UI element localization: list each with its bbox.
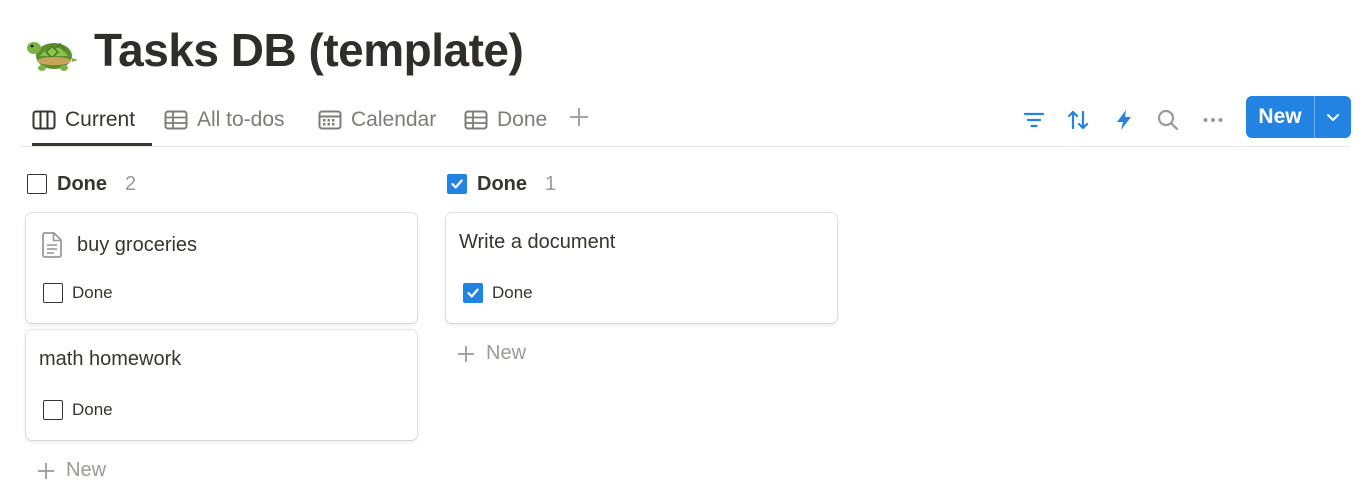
checkbox-checked-icon bbox=[447, 174, 467, 194]
group-count: 1 bbox=[545, 172, 557, 195]
card-title: math homework bbox=[39, 348, 182, 370]
tab-label: Calendar bbox=[351, 108, 437, 131]
add-card-label: New bbox=[66, 459, 107, 481]
new-dropdown-button[interactable] bbox=[1315, 96, 1351, 138]
table-icon bbox=[164, 110, 188, 130]
sort-icon[interactable] bbox=[1066, 108, 1090, 132]
group-count: 2 bbox=[125, 172, 137, 195]
add-view-icon[interactable] bbox=[566, 104, 592, 130]
add-card-button[interactable]: New bbox=[456, 342, 526, 365]
property-label: Done bbox=[72, 283, 113, 302]
property-label: Done bbox=[72, 400, 113, 419]
tab-done[interactable]: Done bbox=[464, 96, 547, 144]
new-button[interactable]: New bbox=[1246, 96, 1351, 138]
filter-icon[interactable] bbox=[1022, 108, 1046, 132]
tab-label: Done bbox=[497, 108, 548, 131]
board-card[interactable]: Write a document Done bbox=[446, 213, 837, 323]
page-title: Tasks DB (template) bbox=[94, 24, 524, 76]
group-label: Done bbox=[57, 172, 107, 195]
automation-icon[interactable] bbox=[1112, 108, 1136, 132]
checkbox-unchecked-icon bbox=[27, 174, 47, 194]
page-icon bbox=[42, 232, 62, 258]
more-icon[interactable] bbox=[1201, 108, 1225, 132]
property-label: Done bbox=[492, 283, 533, 302]
group-header-unchecked[interactable]: Done 2 bbox=[27, 170, 136, 198]
calendar-icon bbox=[318, 110, 342, 130]
tab-current[interactable]: Current bbox=[32, 96, 152, 146]
tab-label: All to-dos bbox=[197, 108, 285, 131]
checkbox-checked-icon[interactable] bbox=[463, 283, 483, 303]
add-card-button[interactable]: New bbox=[36, 459, 106, 482]
search-icon[interactable] bbox=[1156, 108, 1180, 132]
turtle-icon[interactable] bbox=[24, 22, 80, 78]
plus-icon bbox=[458, 345, 474, 362]
card-title: Write a document bbox=[459, 231, 616, 253]
done-property[interactable]: Done bbox=[463, 283, 533, 303]
tab-calendar[interactable]: Calendar bbox=[318, 96, 436, 144]
checkbox-unchecked-icon[interactable] bbox=[43, 400, 63, 420]
add-card-label: New bbox=[486, 342, 527, 364]
checkbox-unchecked-icon[interactable] bbox=[43, 283, 63, 303]
tab-label: Current bbox=[65, 108, 136, 131]
group-label: Done bbox=[477, 172, 527, 195]
plus-icon bbox=[38, 462, 54, 479]
group-header-checked[interactable]: Done 1 bbox=[447, 170, 556, 198]
tab-all-todos[interactable]: All to-dos bbox=[164, 96, 285, 144]
board-card[interactable]: math homework Done bbox=[26, 330, 417, 440]
new-button-label: New bbox=[1258, 105, 1302, 128]
board-icon bbox=[32, 110, 56, 130]
view-tabs: Current All to-dos Calendar Done bbox=[20, 96, 1350, 147]
table-icon bbox=[464, 110, 488, 130]
board-card[interactable]: buy groceries Done bbox=[26, 213, 417, 323]
page-header: Tasks DB (template) bbox=[24, 22, 524, 78]
done-property[interactable]: Done bbox=[43, 283, 113, 303]
chevron-down-icon bbox=[1327, 114, 1339, 121]
done-property[interactable]: Done bbox=[43, 400, 113, 420]
card-title: buy groceries bbox=[77, 233, 198, 256]
